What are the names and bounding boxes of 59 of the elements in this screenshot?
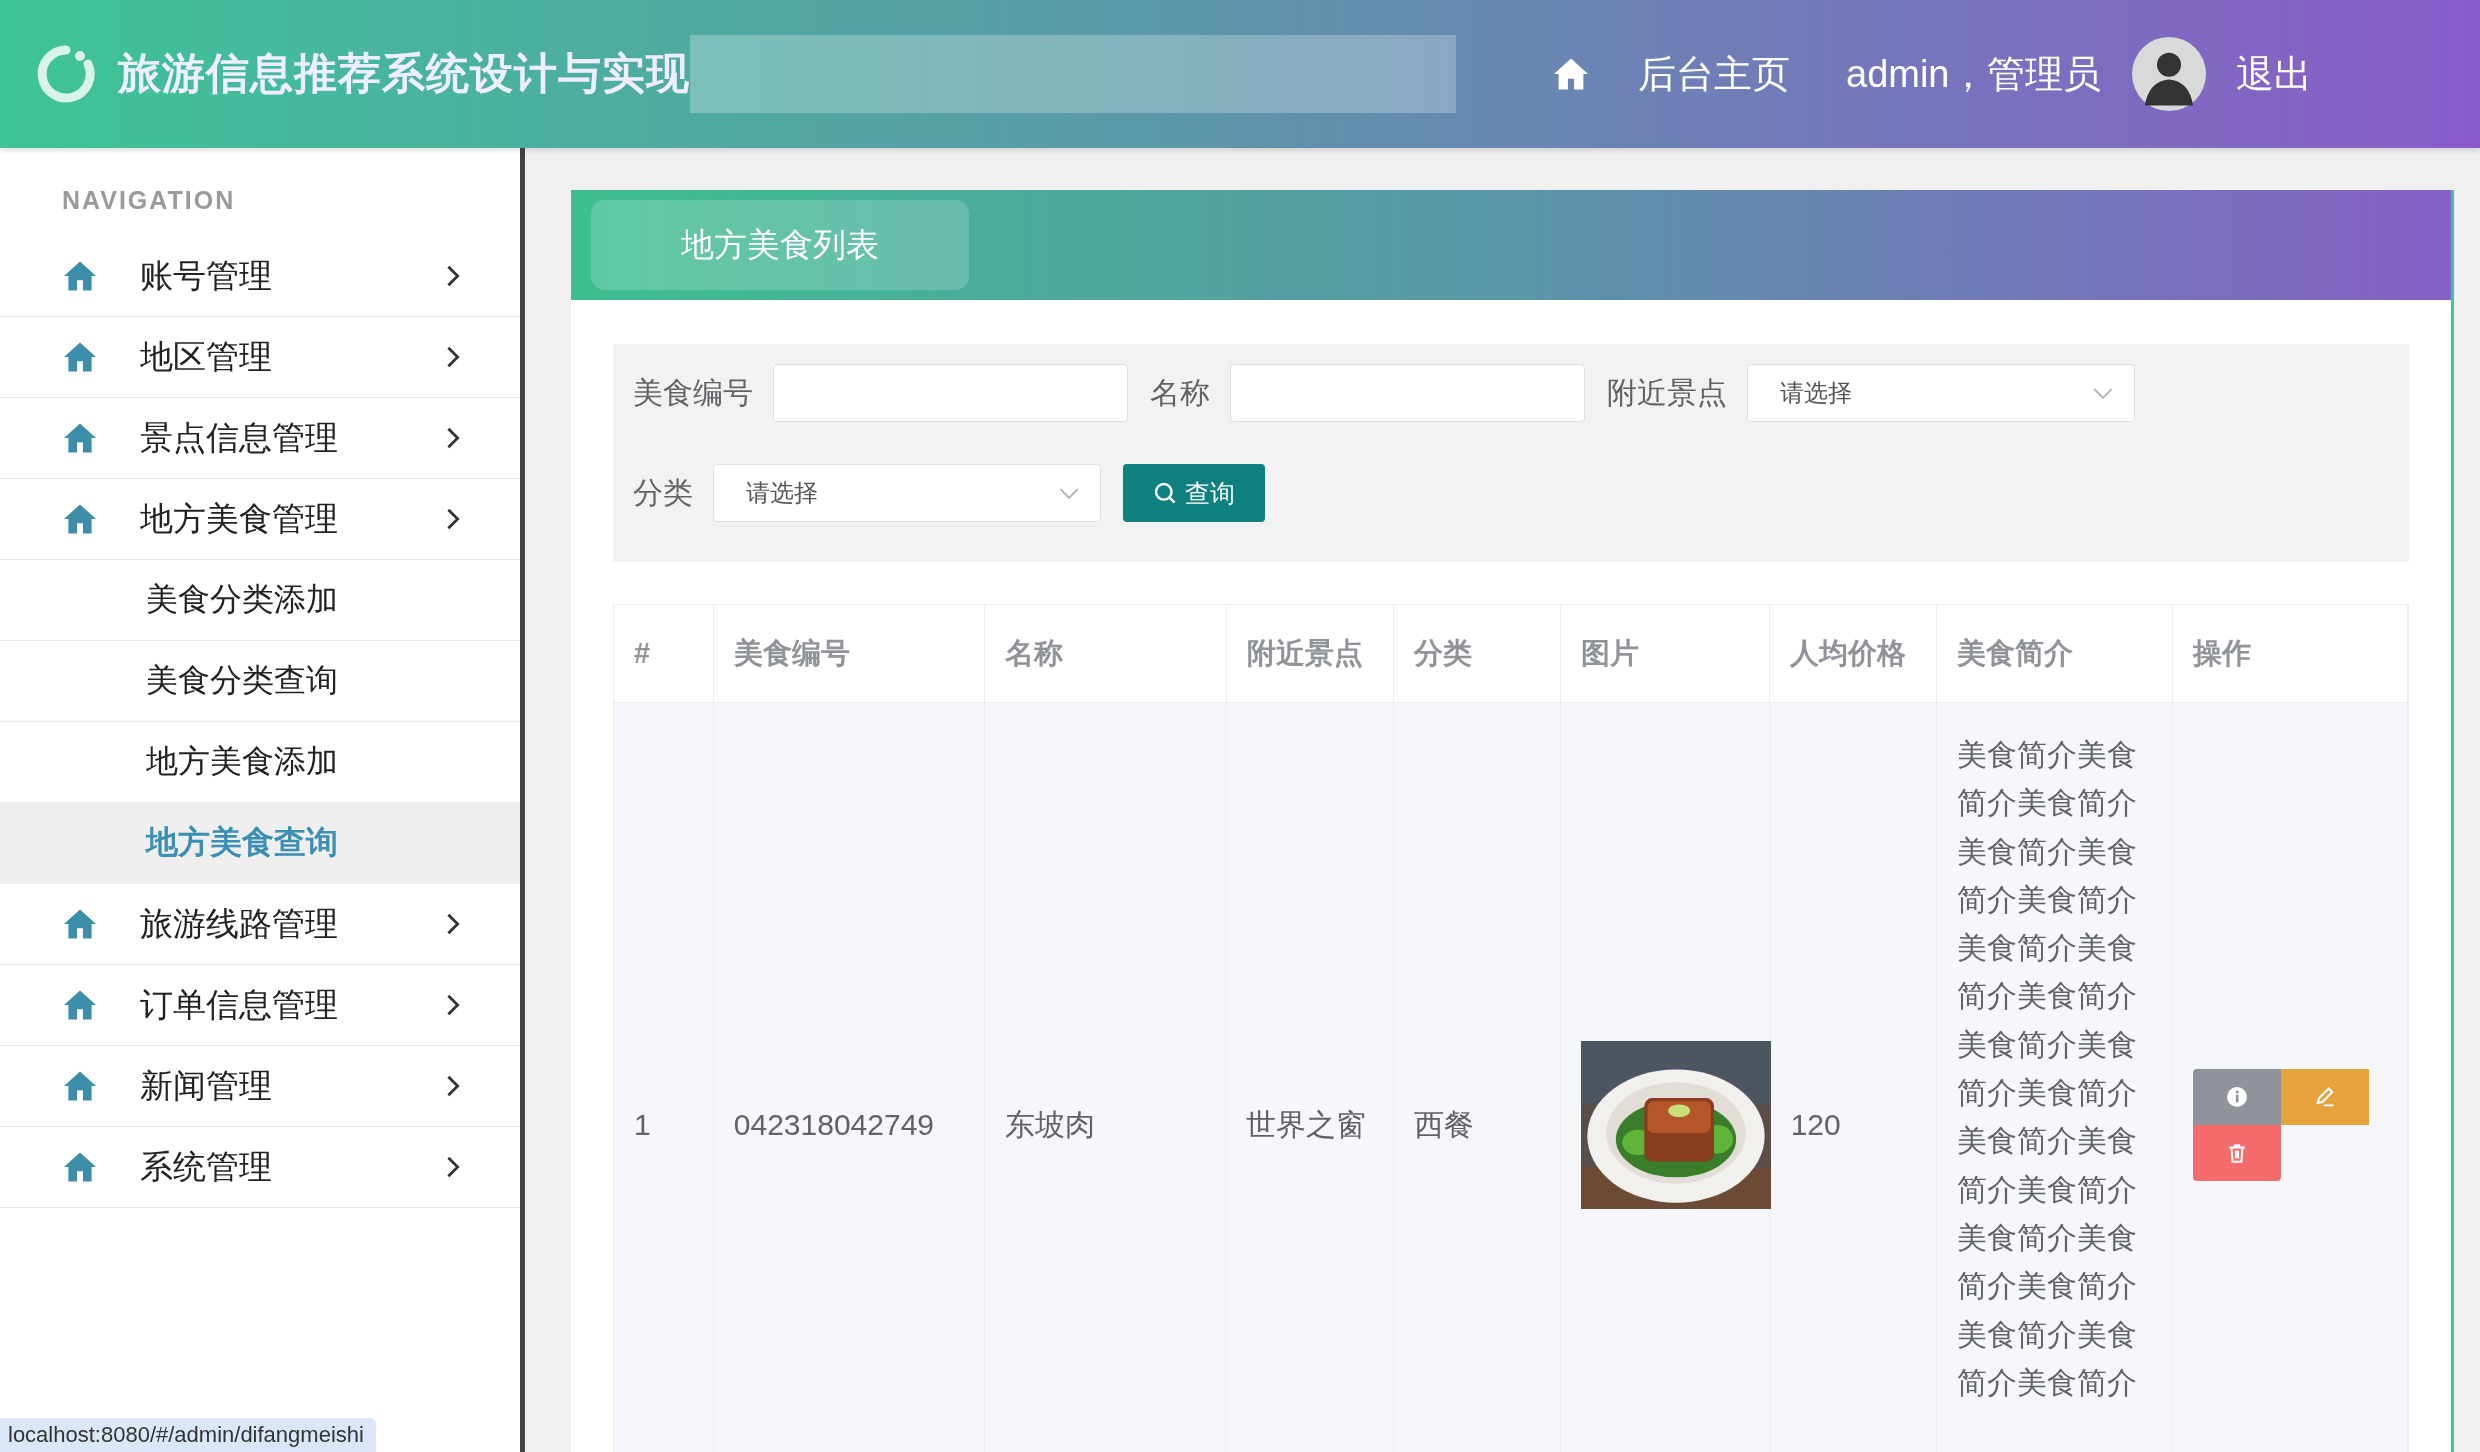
list-title: 地方美食列表 xyxy=(591,200,969,290)
sidebar-item[interactable]: 景点信息管理 xyxy=(0,398,520,479)
input-field[interactable] xyxy=(1230,364,1585,422)
submenu-item[interactable]: 美食分类添加 xyxy=(0,560,520,641)
table-cell: 120 xyxy=(1790,1108,1841,1143)
table-cell-text: 西餐 xyxy=(1414,1106,1475,1143)
user-name: admin，管理员 xyxy=(1846,51,2102,97)
table-cell-text: 美食简介美食简介美食简介美食简介美食简介美食简介美食简介美食简介美食简介美食简介美食简介美食简介美食简介美食简介美食简介美食简介美食简介美食简介美食简介美食简介美食简介 xyxy=(1957,737,2138,1401)
nav-heading: NAVIGATION xyxy=(61,186,237,216)
home-icon xyxy=(62,989,98,1021)
sidebar-item[interactable]: 订单信息管理 xyxy=(0,965,520,1046)
select-field[interactable]: 请选择 xyxy=(1747,364,2135,422)
table-cell: 042318042749 xyxy=(733,1108,935,1143)
admin-home-link[interactable]: 后台主页 xyxy=(1638,48,1790,100)
table-cell-text: 世界之窗 xyxy=(1246,1106,1367,1143)
chevron-icon xyxy=(446,426,460,450)
sidebar-item[interactable]: 系统管理 xyxy=(0,1127,520,1208)
home-icon xyxy=(62,1151,98,1183)
sidebar-item[interactable]: 旅游线路管理 xyxy=(0,884,520,965)
home-icon xyxy=(62,908,98,940)
field-label: 分类 xyxy=(633,474,693,511)
chevron-icon xyxy=(446,264,460,288)
home-icon xyxy=(62,341,98,373)
field-label: 美食编号 xyxy=(633,374,753,411)
info-icon xyxy=(2225,1086,2248,1109)
sidebar-item[interactable]: 地区管理 xyxy=(0,317,520,398)
chevron-icon xyxy=(446,345,460,369)
select-field[interactable]: 请选择 xyxy=(713,464,1101,522)
sidebar-item[interactable]: 新闻管理 xyxy=(0,1046,520,1127)
home-icon xyxy=(62,422,98,454)
avatar-icon xyxy=(2131,37,2206,111)
home-icon[interactable] xyxy=(1552,57,1590,91)
view-button[interactable] xyxy=(2192,1069,2281,1126)
delete-button[interactable] xyxy=(2192,1125,2281,1182)
submenu-item[interactable]: 美食分类查询 xyxy=(0,641,520,722)
home-icon xyxy=(62,260,98,292)
logout-link[interactable]: 退出 xyxy=(2235,48,2312,100)
status-bar-url: localhost:8080/#/admin/difangmeishi xyxy=(0,1418,376,1452)
chevron-icon xyxy=(446,912,460,936)
chevron-icon xyxy=(446,507,460,531)
chevron-icon xyxy=(446,1074,460,1098)
logo-icon xyxy=(36,44,96,104)
field-label: 名称 xyxy=(1150,374,1210,411)
dropdown-icon xyxy=(2092,386,2114,400)
chevron-icon xyxy=(446,993,460,1017)
input-field[interactable] xyxy=(773,364,1128,422)
app-title: 旅游信息推荐系统设计与实现 xyxy=(118,48,690,99)
field-label: 附近景点 xyxy=(1607,374,1727,411)
home-icon xyxy=(62,503,98,535)
search-button[interactable]: 查询 xyxy=(1123,464,1265,522)
sidebar-item[interactable]: 地方美食管理 xyxy=(0,479,520,560)
table-cell-text: 东坡肉 xyxy=(1005,1106,1096,1143)
chevron-icon xyxy=(446,1155,460,1179)
dropdown-icon xyxy=(1058,486,1080,500)
home-icon xyxy=(62,1070,98,1102)
table-cell: 1 xyxy=(634,1108,651,1143)
sidebar-item[interactable]: 账号管理 xyxy=(0,236,520,317)
search-icon xyxy=(1153,481,1177,505)
edit-button[interactable] xyxy=(2280,1069,2369,1126)
